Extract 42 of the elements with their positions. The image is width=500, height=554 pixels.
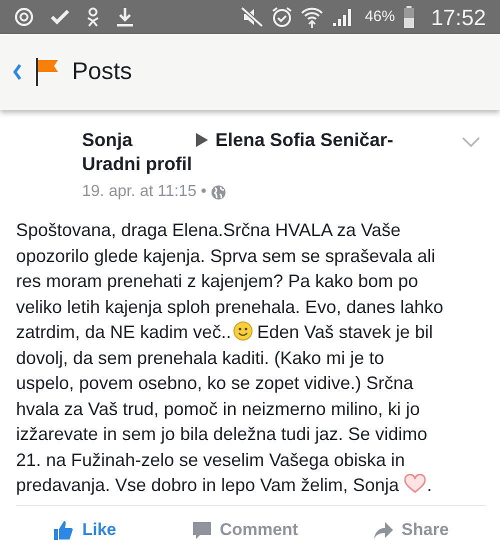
person-icon <box>86 7 100 27</box>
flag-icon <box>34 56 60 88</box>
post-text: Eden Vaš stavek je bil <box>257 322 433 342</box>
heart-icon <box>404 474 426 494</box>
comment-icon <box>190 520 212 541</box>
smiley-icon <box>233 321 254 342</box>
post-text: Spoštovana, draga Elena.Srčna HVALA za Vaše <box>16 220 401 240</box>
chevron-down-icon[interactable] <box>462 136 480 148</box>
post-text: predavanja. Vse dobro in lepo Vam želim, Sonja <box>16 475 399 496</box>
post-text: . <box>426 475 432 496</box>
alarm-icon <box>270 6 293 28</box>
author-name[interactable]: Sonja <box>82 128 132 152</box>
post-text: 21. na Fužinah-zelo se veselim Vašega obiska in <box>16 450 405 470</box>
post-text: opozorilo glede kajenja. Sprva sem se spraševala ali <box>16 246 436 266</box>
post-text: uspelo, povem osebno, ko se zopet vidive.) Srčna <box>16 373 414 394</box>
like-icon <box>53 520 74 541</box>
share-icon <box>372 520 394 541</box>
back-icon[interactable] <box>12 63 22 81</box>
post-timestamp[interactable]: 19. apr. at 11:15 • <box>82 180 207 204</box>
post-text: dovolj, da sem prenehala kaditi. (Kako mi je to <box>16 348 384 368</box>
triangle-icon <box>195 132 210 148</box>
wifi-icon <box>300 6 323 28</box>
signal-icon <box>330 7 353 27</box>
page-title: Posts <box>72 57 132 87</box>
download-icon <box>116 7 134 27</box>
globe-icon <box>210 184 226 200</box>
post-text: hvala za Vaš trud, pomoč in neizmerno milino, ki jo <box>16 398 420 419</box>
sync-icon <box>14 7 34 27</box>
post-text: veliko letih kajenja sploh prenehala. Evo, danes lahko <box>16 296 444 317</box>
clock-time: 17:52 <box>430 4 486 32</box>
check-icon <box>50 7 70 27</box>
recipient-name[interactable]: Elena Sofia Seničar- <box>215 128 394 152</box>
comment-button[interactable]: Comment <box>184 513 304 547</box>
post-text: izžarevate in sem jo bila deležna tudi jaz. Se vidimo <box>16 424 428 444</box>
recipient-name[interactable]: Uradni profil <box>82 153 192 174</box>
post-text: zatrdim, da NE kadim več.. <box>16 322 232 342</box>
battery-percentage: 46% <box>364 6 395 27</box>
mute-icon <box>240 7 263 27</box>
post-text: res moram prenehati z kajenjem? Pa kako bom po <box>16 271 418 292</box>
share-button[interactable]: Share <box>366 513 455 547</box>
battery-icon <box>402 6 415 28</box>
like-button[interactable]: Like <box>47 513 122 547</box>
